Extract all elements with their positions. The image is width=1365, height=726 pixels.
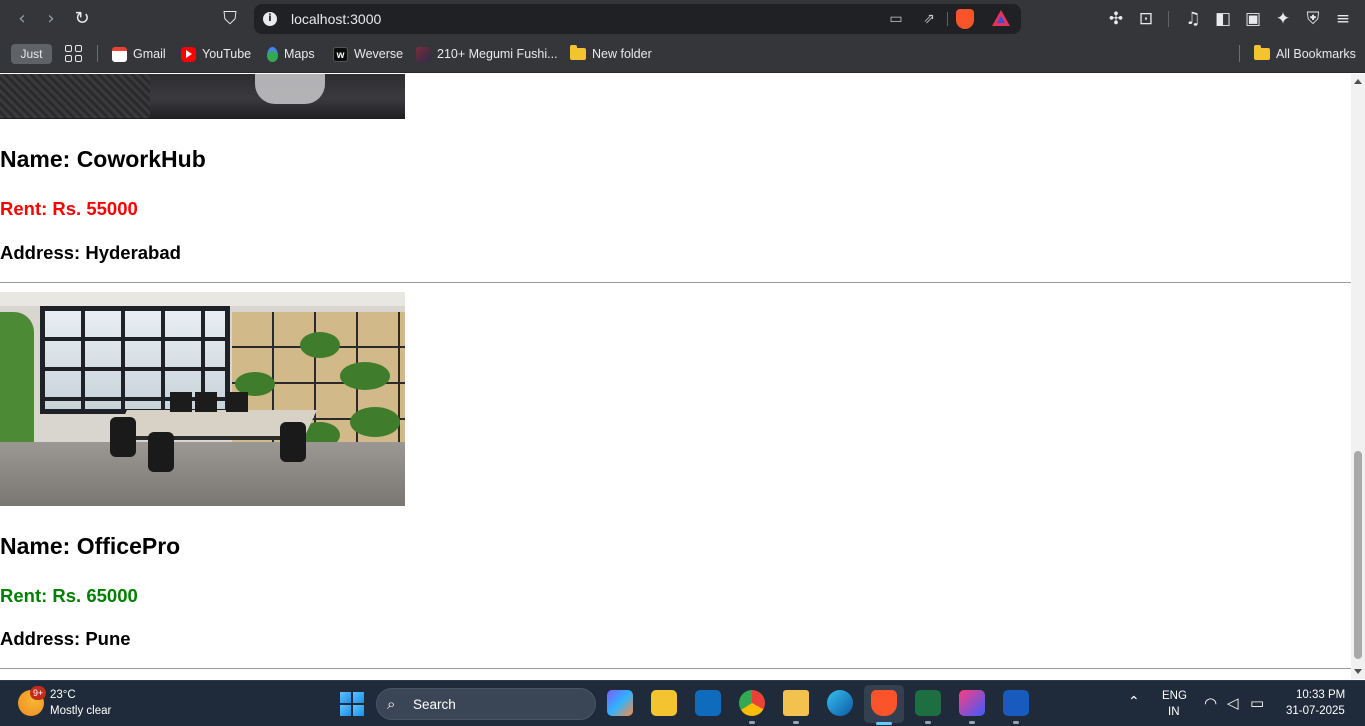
bookmarks-divider (1239, 45, 1240, 62)
intellij-icon[interactable] (959, 690, 985, 716)
edge-icon[interactable] (827, 690, 853, 716)
search-label: Search (413, 697, 456, 712)
brave-rewards-icon[interactable] (992, 10, 1010, 26)
listing-divider (0, 282, 1351, 283)
search-icon: ⌕ (387, 695, 396, 713)
weverse-icon: w (333, 46, 348, 62)
vpn-shield-icon[interactable]: ⛨ (1302, 8, 1324, 30)
listing-address: Address: Hyderabad (0, 242, 181, 263)
bookmark-label: Weverse (354, 47, 404, 61)
bookmark-label: 210+ Megumi Fushi... (437, 47, 558, 61)
scroll-down-icon[interactable] (1354, 669, 1362, 674)
listing-address: Address: Pune (0, 628, 131, 649)
volume-icon[interactable]: ◁ (1227, 694, 1239, 712)
menu-icon[interactable]: ≡ (1332, 8, 1354, 30)
bookmark-maps[interactable]: Maps (267, 44, 315, 64)
clock-date[interactable]: 31-07-2025 (1286, 705, 1345, 717)
excel-icon[interactable] (915, 690, 941, 716)
bookmarks-divider (97, 45, 98, 62)
listing-name: Name: OfficePro (0, 533, 181, 559)
battery-icon[interactable]: ▭ (1250, 694, 1264, 712)
forward-icon[interactable]: › (40, 8, 62, 30)
omnibox-divider (947, 12, 948, 26)
install-app-icon[interactable]: ▭ (887, 10, 905, 28)
bookmark-gmail[interactable]: Gmail (112, 44, 166, 64)
chevron-up-icon[interactable]: ⌃ (1128, 694, 1140, 710)
reload-icon[interactable]: ↻ (71, 8, 93, 30)
start-icon[interactable] (340, 692, 364, 716)
word-icon[interactable] (1003, 690, 1029, 716)
address-bar[interactable]: i localhost:3000 ▭ ⇗ (254, 4, 1021, 34)
apps-grid-icon[interactable] (65, 45, 82, 62)
bookmark-label: YouTube (202, 47, 252, 61)
all-bookmarks[interactable]: All Bookmarks (1254, 44, 1356, 64)
running-indicator (925, 721, 931, 724)
site-info-icon[interactable]: i (263, 12, 277, 26)
listing-image (0, 74, 405, 119)
clock-time[interactable]: 10:33 PM (1296, 689, 1345, 701)
gmail-icon (112, 46, 127, 62)
image-favicon (416, 46, 431, 62)
input-region[interactable]: IN (1168, 706, 1180, 718)
maps-icon (267, 46, 278, 62)
chrome-icon[interactable] (739, 690, 765, 716)
url-text[interactable]: localhost:3000 (291, 11, 381, 27)
wifi-icon[interactable]: ◠ (1204, 694, 1217, 712)
weather-description[interactable]: Mostly clear (50, 705, 111, 717)
listing-image (0, 292, 405, 506)
bookmark-label: Gmail (133, 47, 166, 61)
copilot-icon[interactable] (607, 690, 633, 716)
toolbar-divider (1168, 11, 1169, 27)
listing-rent: Rent: Rs. 65000 (0, 585, 138, 606)
bookmark-label: New folder (592, 47, 652, 61)
extensions-icon[interactable]: ✣ (1105, 8, 1127, 30)
bookmark-label: Maps (284, 47, 315, 61)
tab-search-icon[interactable]: ⊡ (1135, 8, 1157, 30)
running-indicator (969, 721, 975, 724)
listing-divider (0, 668, 1351, 669)
bookmark-megumi[interactable]: 210+ Megumi Fushi... (416, 44, 558, 64)
all-bookmarks-label: All Bookmarks (1276, 47, 1356, 61)
running-indicator (793, 721, 799, 724)
folder-icon (1254, 45, 1270, 60)
scroll-thumb[interactable] (1354, 451, 1362, 659)
bookmark-just[interactable]: Just (11, 44, 52, 64)
file-explorer-icon[interactable] (783, 690, 809, 716)
scroll-up-icon[interactable] (1354, 79, 1362, 84)
page-viewport: Name: CoworkHub Rent: Rs. 55000 Address:… (0, 74, 1351, 679)
brave-icon[interactable] (871, 690, 897, 716)
active-indicator (876, 722, 892, 725)
share-icon[interactable]: ⇗ (920, 10, 938, 28)
running-indicator (749, 721, 755, 724)
media-icon[interactable]: ♫ (1182, 8, 1204, 30)
listing-name: Name: CoworkHub (0, 146, 206, 172)
bookmark-new-folder[interactable]: New folder (570, 44, 652, 64)
bookmark-youtube[interactable]: YouTube (181, 44, 251, 64)
youtube-icon (181, 46, 196, 62)
input-language[interactable]: ENG (1162, 690, 1187, 702)
leo-ai-icon[interactable]: ✦ (1272, 8, 1294, 30)
page-scrollbar[interactable] (1351, 74, 1365, 679)
bookmark-weverse[interactable]: w Weverse (333, 44, 403, 64)
folder-icon (570, 45, 586, 60)
browser-toolbar: ‹ › ↻ ⛉ i localhost:3000 ▭ ⇗ ✣ ⊡ ♫ ◧ ▣ ✦… (0, 0, 1365, 38)
taskbar: 9+ 23°C Mostly clear ⌕ Search ⌃ ENG IN ◠… (0, 680, 1365, 726)
taskbar-search[interactable]: ⌕ Search (376, 688, 596, 720)
bookmark-icon[interactable]: ⛉ (219, 8, 241, 30)
store-icon[interactable] (651, 690, 677, 716)
sidebar-icon[interactable]: ◧ (1212, 8, 1234, 30)
back-icon[interactable]: ‹ (11, 8, 33, 30)
brave-shields-icon[interactable] (956, 9, 974, 29)
outlook-icon[interactable] (695, 690, 721, 716)
weather-badge: 9+ (30, 686, 47, 700)
wallet-icon[interactable]: ▣ (1242, 8, 1264, 30)
listing-rent: Rent: Rs. 55000 (0, 198, 138, 219)
running-indicator (1013, 721, 1019, 724)
weather-temperature[interactable]: 23°C (50, 689, 76, 701)
